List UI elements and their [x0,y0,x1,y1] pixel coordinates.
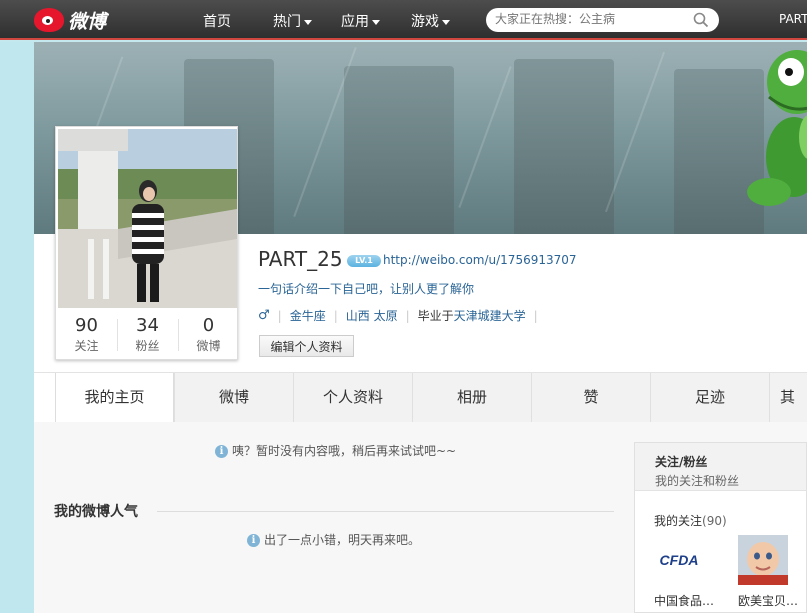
nav-hot[interactable]: 热门 [273,11,312,31]
baby-photo [738,535,788,585]
stat-weibo-count: 0 [202,315,215,336]
school-link[interactable]: 天津城建大学 [454,307,526,324]
stat-fans-label: 粉丝 [135,339,160,353]
tab-my-home[interactable]: 我的主页 [55,373,174,423]
follow-fans-panel: 关注/粉丝 我的关注和粉丝 我的关注(90) CFDA 中国食品… 欧美宝贝… [634,442,807,613]
panel-subtitle: 我的关注和粉丝 [655,474,740,488]
section-divider [157,511,614,512]
stat-weibo-label: 微博 [196,339,221,353]
error-notice-text: 出了一点小错，明天再来吧。 [264,533,421,547]
tab-more[interactable]: 其 [769,373,807,423]
info-icon: i [247,534,260,547]
panel-title[interactable]: 关注/粉丝 [655,453,806,470]
svg-text:CFDA: CFDA [660,552,699,568]
empty-feed-text: 咦？暂时没有内容哦，稍后再来试试吧~~ [232,444,457,458]
constellation-link[interactable]: 金牛座 [290,307,326,324]
my-following-text: 我的关注 [654,514,703,528]
rain-streak [458,66,512,208]
following-avatar: CFDA [654,535,704,585]
weibo-logo[interactable]: 微博 [34,7,106,33]
level-badge[interactable]: LV.1 [347,255,381,267]
stat-following-label: 关注 [74,339,99,353]
frog-toy-image [747,50,807,206]
avatar-card: 90 关注 34 粉丝 0 微博 [55,126,238,360]
nav-games-label: 游戏 [411,14,439,30]
error-notice: i 出了一点小错，明天再来吧。 [247,531,420,548]
following-item[interactable]: CFDA 中国食品… [654,535,724,609]
following-item[interactable]: 欧美宝贝… [738,535,807,609]
avatar[interactable] [58,129,237,308]
chevron-down-icon [442,19,450,25]
nav-hot-label: 热门 [273,14,301,30]
my-following-label[interactable]: 我的关注(90) [654,512,727,529]
stat-weibo[interactable]: 0 微博 [178,311,239,359]
weibo-eye-icon [34,8,64,32]
stat-fans[interactable]: 34 粉丝 [117,311,178,359]
tab-profile-info[interactable]: 个人资料 [293,373,412,423]
empty-feed-notice: i 咦？暂时没有内容哦，稍后再来试试吧~~ [215,442,456,459]
divider: | [277,308,282,323]
top-nav: 微博 首页 热门 应用 游戏 PART_25 [0,0,807,40]
my-following-count: (90) [702,514,727,528]
search-box [486,8,719,32]
avatar-photo [58,129,237,308]
profile-meta: ♂ | 金牛座 | 山西 太原 | 毕业于 天津城建大学 | [258,307,546,324]
divider: | [405,308,410,323]
search-icon[interactable] [693,12,709,28]
tab-footprint[interactable]: 足迹 [650,373,769,423]
nav-games[interactable]: 游戏 [411,11,450,31]
profile-bio[interactable]: 一句话介绍一下自己吧，让别人更了解你 [258,280,474,297]
stat-following-count: 90 [75,315,98,336]
search-input[interactable] [495,12,685,26]
cover-building [514,59,614,234]
profile-stats: 90 关注 34 粉丝 0 微博 [56,311,239,359]
section-title-popularity: 我的微博人气 [54,504,138,520]
location-link[interactable]: 山西 太原 [346,307,398,324]
tab-weibo[interactable]: 微博 [174,373,293,423]
panel-header: 关注/粉丝 我的关注和粉丝 [635,443,806,491]
following-name: 欧美宝贝… [738,594,799,608]
chevron-down-icon [304,19,312,25]
stat-following[interactable]: 90 关注 [56,311,117,359]
cfda-logo: CFDA [654,535,704,585]
tab-likes[interactable]: 赞 [531,373,650,423]
nav-apps[interactable]: 应用 [341,11,380,31]
chevron-down-icon [372,19,380,25]
logo-text: 微博 [68,10,107,33]
education-prefix: 毕业于 [417,309,454,323]
divider: | [533,308,538,323]
stat-fans-count: 34 [136,315,159,336]
nav-apps-label: 应用 [341,14,369,30]
nav-home[interactable]: 首页 [203,11,231,31]
following-avatar [738,535,788,585]
left-background [0,42,34,613]
edit-profile-button[interactable]: 编辑个人资料 [259,335,354,357]
nav-username[interactable]: PART_25 [779,12,807,26]
divider: | [333,308,338,323]
following-name: 中国食品… [654,594,715,608]
cover-building [344,66,454,234]
profile-tabs: 我的主页 微博 个人资料 相册 赞 足迹 其 [34,372,807,423]
profile-url-link[interactable]: http://weibo.com/u/1756913707 [383,253,577,267]
tab-album[interactable]: 相册 [412,373,531,423]
male-gender-icon: ♂ [258,308,270,323]
profile-username: PART_25 [258,247,343,271]
info-icon: i [215,445,228,458]
